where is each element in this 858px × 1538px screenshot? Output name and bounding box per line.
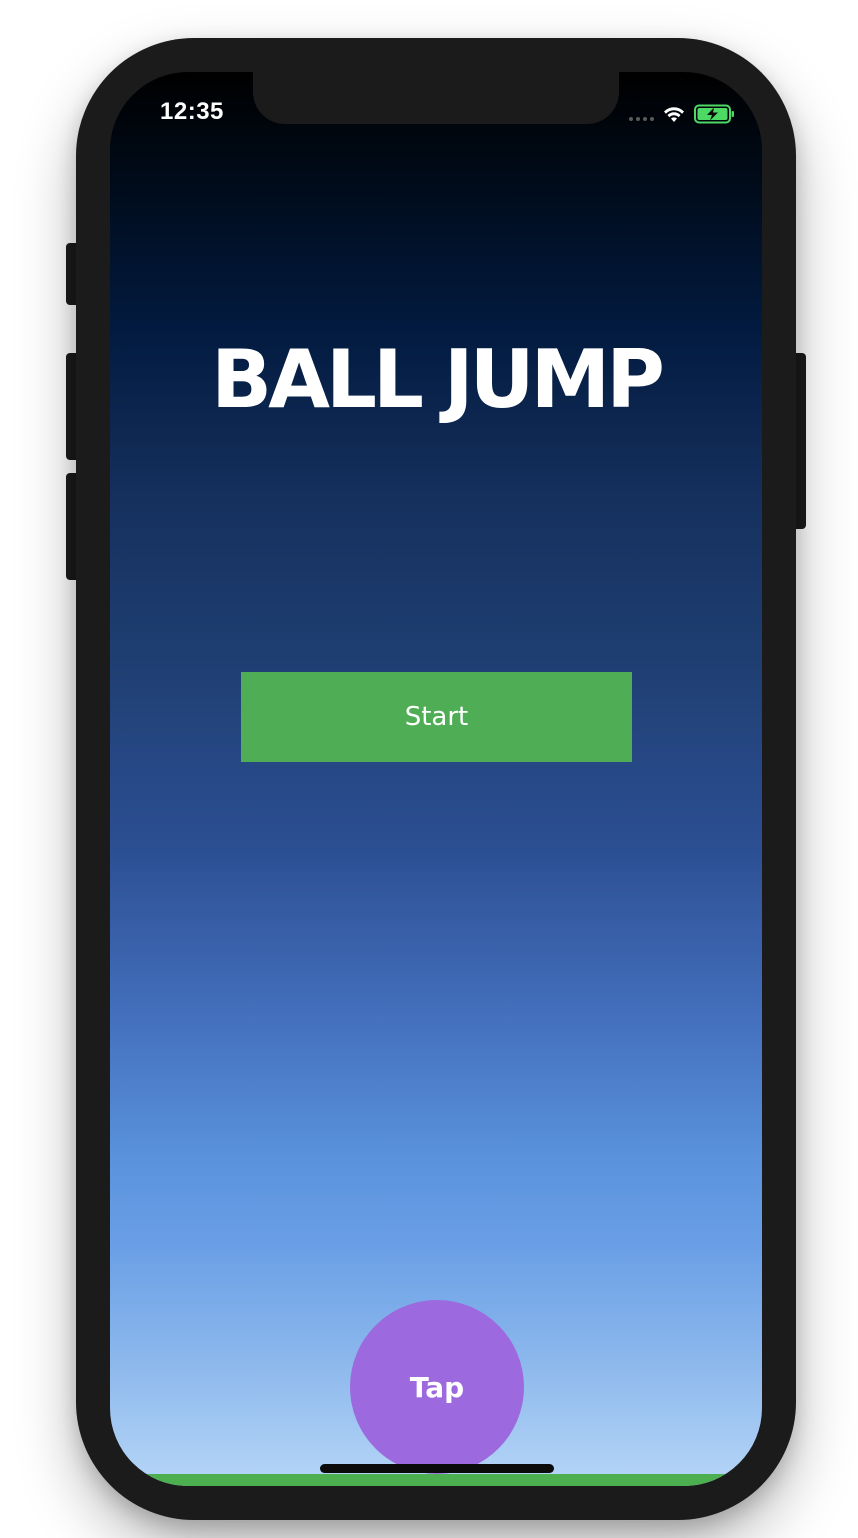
home-indicator[interactable] <box>320 1464 554 1473</box>
simulator-stage: 12:35 BALL JUMP Start Tap <box>0 0 858 1538</box>
game-screen[interactable]: 12:35 BALL JUMP Start Tap <box>110 72 762 1486</box>
battery-charging-icon <box>694 104 734 124</box>
start-button[interactable]: Start <box>241 672 632 762</box>
signal-icon <box>629 117 654 121</box>
notch <box>253 72 619 124</box>
status-time: 12:35 <box>160 98 224 125</box>
game-title: BALL JUMP <box>211 333 665 426</box>
tap-ball-button[interactable]: Tap <box>350 1300 524 1474</box>
ground <box>110 1474 762 1486</box>
wifi-icon <box>664 107 684 122</box>
status-icons <box>629 102 736 126</box>
